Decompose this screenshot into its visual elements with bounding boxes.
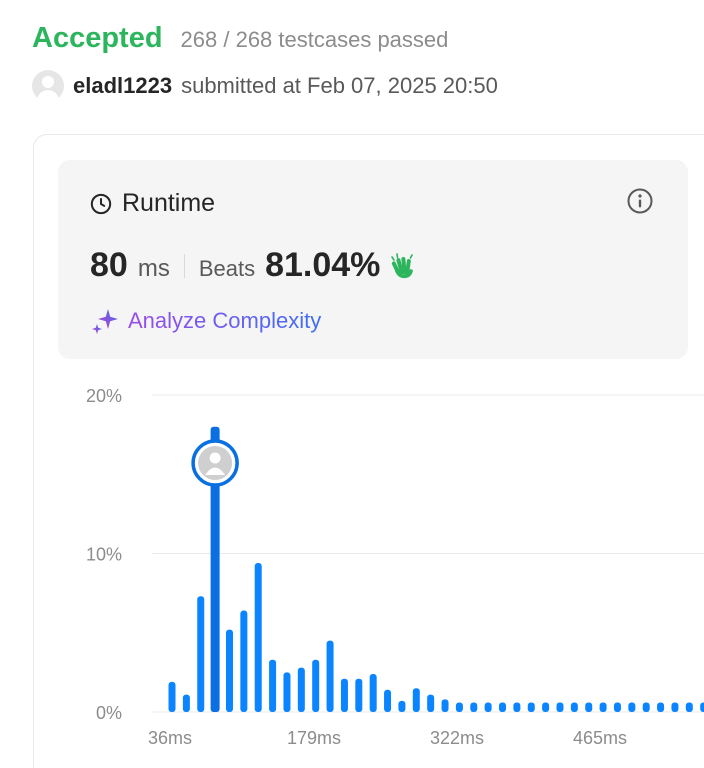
runtime-value: 80 [90,246,128,284]
bar[interactable] [570,702,578,712]
result-header: Accepted 268 / 268 testcases passed [32,22,448,55]
clap-icon [391,252,414,278]
runtime-card[interactable]: Runtime 80 ms Beats 81.04% Analyze Compl… [58,160,688,359]
bar[interactable] [499,702,507,712]
bar[interactable] [657,702,665,712]
bar[interactable] [182,694,190,712]
bar[interactable] [384,689,392,712]
bar[interactable] [441,699,449,712]
runtime-distribution-chart[interactable]: 0% 10% 20% 36ms 179ms 322ms 465ms [0,370,704,768]
bar[interactable] [168,681,176,712]
clock-icon [90,193,112,215]
x-tick-label: 36ms [148,728,192,748]
x-tick-label: 465ms [573,728,627,748]
bar[interactable] [455,702,463,712]
metric-divider [183,253,185,278]
bar[interactable] [326,640,334,712]
bar[interactable] [254,563,262,712]
runtime-metric: 80 ms Beats 81.04% [90,246,418,285]
sparkle-icon [92,309,118,334]
bar[interactable] [513,702,521,712]
bar[interactable] [225,629,233,712]
x-tick-label: 322ms [430,728,484,748]
bar[interactable] [671,702,679,712]
bar[interactable] [297,667,305,712]
y-tick-label: 10% [86,545,122,565]
bar[interactable] [685,702,693,712]
bar[interactable] [197,596,205,712]
analyze-complexity-label: Analyze Complexity [128,308,322,333]
bar[interactable] [599,702,607,712]
bar[interactable] [700,702,704,712]
submitted-at-text: submitted at Feb 07, 2025 20:50 [181,73,498,98]
beats-value: 81.04% [265,246,381,284]
testcases-passed: 268 / 268 testcases passed [180,27,449,52]
submission-info: eladl1223 submitted at Feb 07, 2025 20:5… [32,70,498,102]
runtime-title: Runtime [122,189,216,217]
x-tick-label: 179ms [287,728,341,748]
bar[interactable] [427,694,435,712]
bar[interactable] [369,673,377,712]
analyze-complexity-button[interactable]: Analyze Complexity [90,306,321,336]
runtime-unit: ms [137,255,170,282]
bar[interactable] [556,702,564,712]
bar[interactable] [412,688,420,712]
bar[interactable] [527,702,535,712]
status-accepted: Accepted [32,22,163,54]
bar[interactable] [283,672,291,712]
bar[interactable] [585,702,593,712]
bar[interactable] [642,702,650,712]
bar[interactable] [398,700,406,712]
beats-label: Beats [198,256,256,281]
bar[interactable] [470,702,478,712]
bar[interactable] [355,678,363,712]
avatar-icon[interactable] [32,70,64,102]
username-link[interactable]: eladl1223 [73,73,172,99]
bar[interactable] [542,702,550,712]
bar[interactable] [613,702,621,712]
bar[interactable] [484,702,492,712]
y-tick-label: 20% [86,386,122,406]
your-submission-avatar-icon[interactable] [191,439,239,487]
bar[interactable] [240,610,248,712]
y-tick-label: 0% [96,703,122,723]
bar[interactable] [269,659,277,712]
bar[interactable] [628,702,636,712]
bar[interactable] [312,659,320,712]
bar[interactable] [340,678,348,712]
info-icon[interactable] [626,187,654,215]
